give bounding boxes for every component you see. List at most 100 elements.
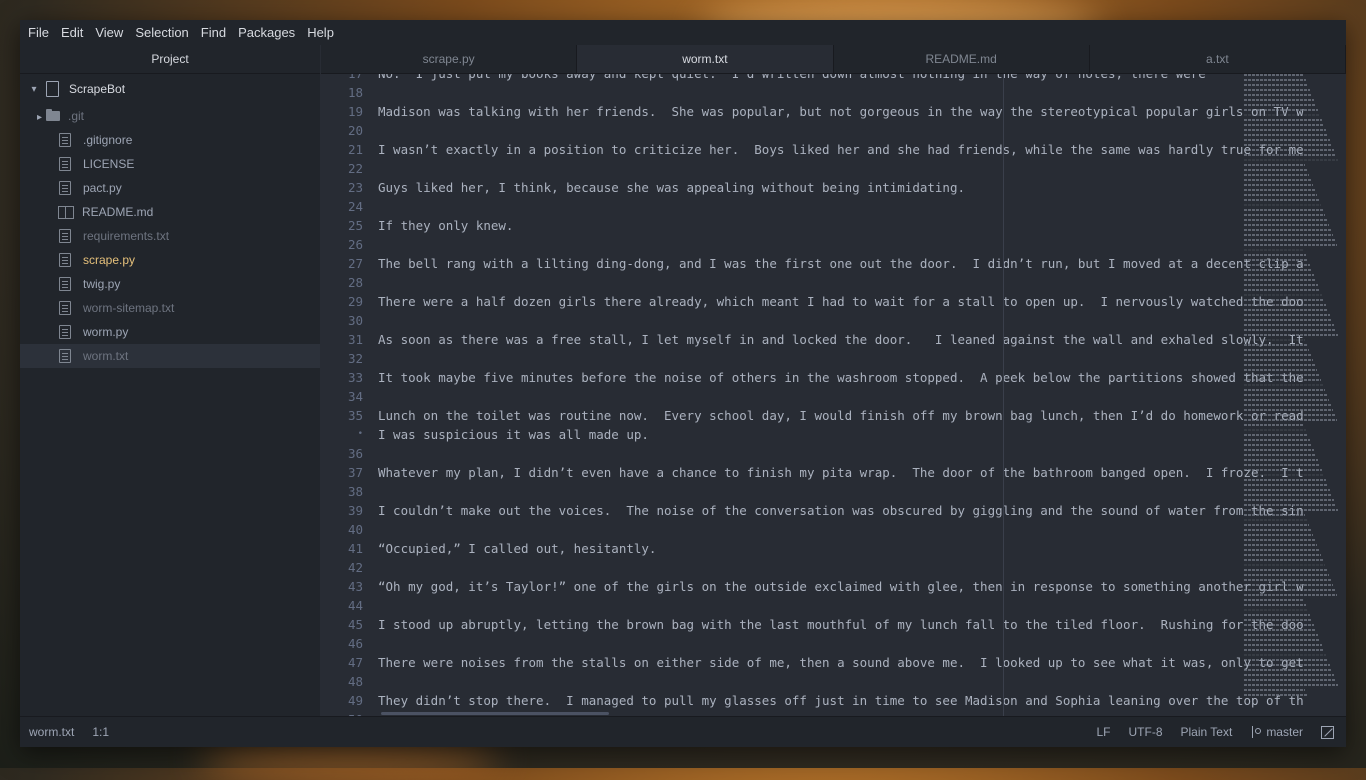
minimap-line	[1244, 489, 1330, 491]
minimap-line	[1244, 124, 1324, 126]
chevron-down-icon[interactable]: ▾	[28, 84, 40, 95]
text-line[interactable]	[378, 672, 1346, 691]
minimap-line	[1244, 544, 1317, 546]
minimap-line	[1244, 519, 1307, 521]
menu-view[interactable]: View	[89, 20, 129, 45]
menu-help[interactable]: Help	[301, 20, 340, 45]
tree-item-license[interactable]: LICENSE	[20, 152, 320, 176]
minimap-line	[1244, 539, 1315, 541]
text-line[interactable]	[378, 387, 1346, 406]
text-line[interactable]: There were noises from the stalls on eit…	[378, 653, 1346, 672]
tab-readme-md[interactable]: README.md	[834, 45, 1090, 73]
line-number: 17	[321, 74, 363, 83]
text-line[interactable]: “Occupied,” I called out, hesitantly.	[378, 539, 1346, 558]
text-line[interactable]: I was suspicious it was all made up.	[378, 425, 1346, 444]
text-line[interactable]: I wasn’t exactly in a position to critic…	[378, 140, 1346, 159]
tree-item-worm-py[interactable]: worm.py	[20, 320, 320, 344]
text-line[interactable]: They didn’t stop there. I managed to pul…	[378, 691, 1346, 710]
text-line[interactable]	[378, 159, 1346, 178]
line-number: 42	[347, 560, 363, 575]
file-icon	[59, 277, 71, 291]
chevron-right-icon[interactable]: ▸	[20, 112, 46, 123]
text-line[interactable]: Guys liked her, I think, because she was…	[378, 178, 1346, 197]
text-editor[interactable]: 17 18 19 20 21 22 23 24 25 26 27 28 29 30 31 32 33 34 35 • 3…	[321, 74, 1346, 717]
text-line[interactable]	[378, 596, 1346, 615]
menu-file[interactable]: File	[22, 20, 55, 45]
tab-worm-txt[interactable]: worm.txt	[577, 45, 834, 73]
tree-item-label: LICENSE	[83, 157, 135, 171]
status-grammar[interactable]: Plain Text	[1181, 725, 1233, 739]
text-line[interactable]	[378, 558, 1346, 577]
edit-icon[interactable]	[1321, 725, 1334, 739]
horizontal-scrollbar[interactable]	[381, 712, 609, 715]
text-lines[interactable]: No. I just put my books away and kept qu…	[378, 74, 1346, 717]
tree-item--gitignore[interactable]: .gitignore	[20, 128, 320, 152]
tree-item-pact-py[interactable]: pact.py	[20, 176, 320, 200]
text-line[interactable]	[378, 520, 1346, 539]
text-line[interactable]	[378, 83, 1346, 102]
status-cursor-position[interactable]: 1:1	[92, 725, 109, 739]
tree-item-worm-txt[interactable]: worm.txt	[20, 344, 320, 368]
minimap-line	[1244, 499, 1334, 501]
tree-item-label: worm.txt	[83, 349, 129, 363]
text-line[interactable]: I couldn’t make out the voices. The nois…	[378, 501, 1346, 520]
text-line[interactable]: There were a half dozen girls there alre…	[378, 292, 1346, 311]
text-line[interactable]	[378, 197, 1346, 216]
menu-packages[interactable]: Packages	[232, 20, 301, 45]
status-encoding[interactable]: UTF-8	[1129, 725, 1163, 739]
text-line[interactable]	[378, 349, 1346, 368]
minimap-line	[1244, 449, 1314, 451]
tab-a-txt[interactable]: a.txt	[1090, 45, 1346, 73]
minimap-line	[1244, 279, 1316, 281]
text-line[interactable]: As soon as there was a free stall, I let…	[378, 330, 1346, 349]
tree-root-scrapebot[interactable]: ▾ ScrapeBot	[20, 74, 320, 104]
line-number: 23	[347, 180, 363, 195]
text-line[interactable]	[378, 235, 1346, 254]
minimap-line	[1244, 404, 1331, 406]
text-line[interactable]	[378, 273, 1346, 292]
menu-find[interactable]: Find	[195, 20, 232, 45]
status-line-ending[interactable]: LF	[1096, 725, 1110, 739]
tree-item-scrape-py[interactable]: scrape.py	[20, 248, 320, 272]
tree-item-readme-md[interactable]: README.md	[20, 200, 320, 224]
line-number: 18	[347, 85, 363, 100]
line-number: 30	[347, 313, 363, 328]
text-line[interactable]	[378, 121, 1346, 140]
menu-bar: File Edit View Selection Find Packages Help	[20, 20, 1346, 45]
menu-edit[interactable]: Edit	[55, 20, 89, 45]
text-line[interactable]: Madison was talking with her friends. Sh…	[378, 102, 1346, 121]
tree-item-worm-sitemap-txt[interactable]: worm-sitemap.txt	[20, 296, 320, 320]
minimap-line	[1244, 164, 1305, 166]
line-number: 39	[347, 503, 363, 518]
minimap-line	[1244, 89, 1310, 91]
tree-item-requirements-txt[interactable]: requirements.txt	[20, 224, 320, 248]
wrap-guide	[1003, 74, 1004, 717]
line-number: 46	[347, 636, 363, 651]
menu-selection[interactable]: Selection	[129, 20, 194, 45]
minimap[interactable]	[1244, 74, 1346, 717]
text-line[interactable]: If they only knew.	[378, 216, 1346, 235]
text-line[interactable]	[378, 444, 1346, 463]
tree-item-twig-py[interactable]: twig.py	[20, 272, 320, 296]
text-line[interactable]: “Oh my god, it’s Taylor!” one of the gir…	[378, 577, 1346, 596]
text-line[interactable]	[378, 311, 1346, 330]
minimap-line	[1244, 264, 1310, 266]
text-line[interactable]: I stood up abruptly, letting the brown b…	[378, 615, 1346, 634]
text-line[interactable]: Lunch on the toilet was routine now. Eve…	[378, 406, 1346, 425]
file-icon	[59, 157, 71, 171]
minimap-line	[1244, 349, 1309, 351]
tab-scrape-py[interactable]: scrape.py	[321, 45, 578, 73]
text-line[interactable]	[378, 482, 1346, 501]
minimap-line	[1244, 409, 1333, 411]
status-file-name[interactable]: worm.txt	[29, 725, 74, 739]
text-line[interactable]: It took maybe five minutes before the no…	[378, 368, 1346, 387]
status-branch[interactable]: master	[1250, 725, 1303, 739]
minimap-line	[1244, 564, 1325, 566]
minimap-line	[1244, 429, 1306, 431]
tree-item--git[interactable]: ▸ .git	[20, 104, 320, 128]
text-line[interactable]: No. I just put my books away and kept qu…	[378, 74, 1346, 83]
text-line[interactable]: The bell rang with a lilting ding-dong, …	[378, 254, 1346, 273]
minimap-line	[1244, 144, 1332, 146]
text-line[interactable]	[378, 634, 1346, 653]
text-line[interactable]: Whatever my plan, I didn’t even have a c…	[378, 463, 1346, 482]
